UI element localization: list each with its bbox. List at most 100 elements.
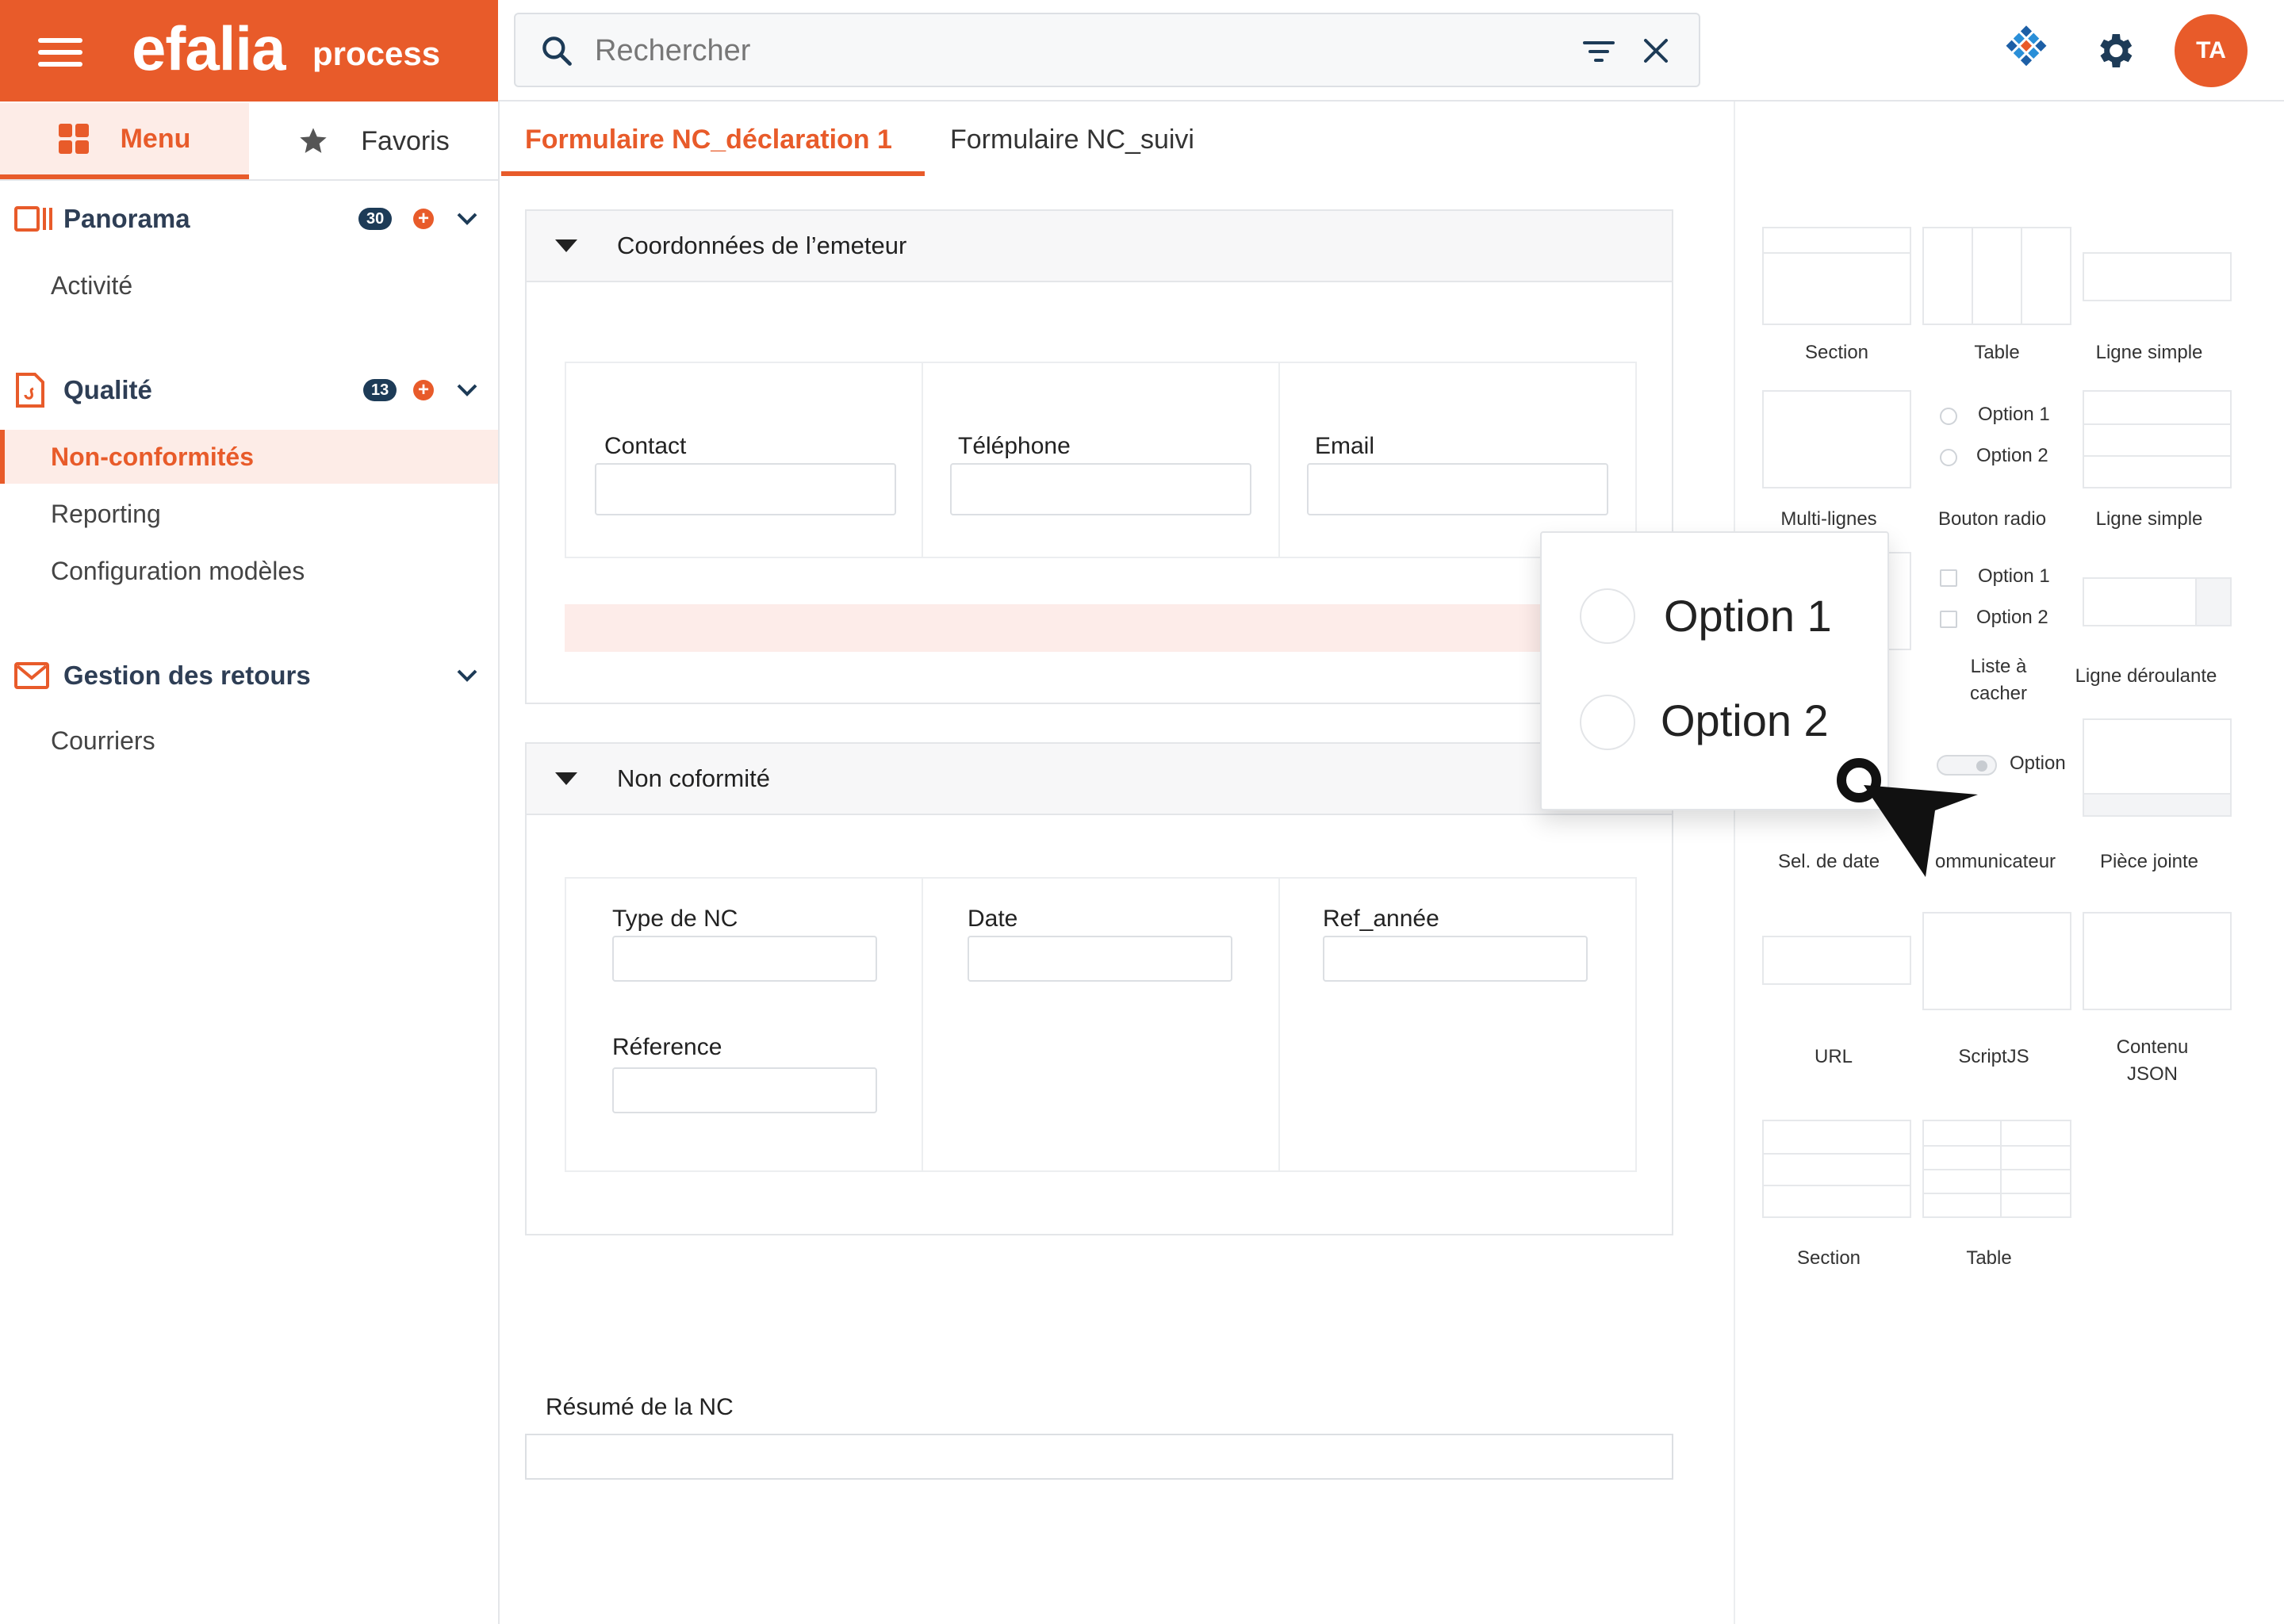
sidebar-item-non-conformites[interactable]: Non-conformités (0, 430, 498, 484)
section-header[interactable]: Non coformité (527, 744, 1672, 815)
count-badge: 13 (363, 379, 397, 401)
palette-ligne-deroulante[interactable] (2083, 577, 2232, 626)
palette-label: Bouton radio (1937, 508, 2047, 530)
palette-multi-lignes[interactable] (1762, 390, 1911, 488)
telephone-input[interactable] (950, 463, 1251, 515)
sidebar-tab-label: Menu (120, 123, 191, 154)
drop-zone-highlight[interactable] (565, 604, 1637, 652)
sidebar-tabs-divider (0, 179, 498, 181)
type-nc-input[interactable] (612, 936, 877, 982)
palette-label: Multi-lignes (1780, 508, 1877, 530)
reference-input[interactable] (612, 1067, 877, 1113)
radio-option-label: Option 1 (1664, 591, 1832, 641)
filter-icon[interactable] (1581, 38, 1616, 65)
caret-down-icon[interactable] (555, 772, 577, 785)
palette-label: Ligne déroulante (2075, 665, 2217, 687)
tab-formulaire-nc-suivi[interactable]: Formulaire NC_suivi (926, 111, 1244, 176)
sidebar-section-qualite[interactable]: Qualité 13 + (0, 366, 498, 414)
chevron-down-icon[interactable] (455, 211, 479, 227)
palette-ligne-simple[interactable] (2083, 252, 2232, 301)
resume-input[interactable] (525, 1434, 1673, 1480)
close-icon[interactable] (1642, 36, 1670, 65)
sidebar-tab-menu[interactable]: Menu (0, 103, 249, 179)
mouse-cursor-icon (1837, 758, 1978, 877)
sidebar-divider (498, 102, 500, 1624)
toggle-option-label: Option (2010, 753, 2066, 774)
sidebar-item-courriers[interactable]: Courriers (0, 714, 498, 768)
palette-table-2[interactable] (1922, 1120, 2071, 1218)
sidebar-section-title: Panorama (63, 204, 190, 233)
add-icon[interactable]: + (413, 209, 434, 229)
sidebar-tab-favoris[interactable]: Favoris (249, 103, 498, 179)
sidebar-tab-label: Favoris (361, 125, 450, 156)
checkbox-icon (1940, 611, 1957, 628)
email-input[interactable] (1307, 463, 1608, 515)
document-icon (16, 373, 44, 408)
palette-piece-jointe[interactable] (2083, 718, 2232, 817)
sidebar-section-gestion-retours[interactable]: Gestion des retours (0, 652, 498, 699)
palette-cases-a-cocher[interactable]: Option 1 Option 2 (1940, 565, 2075, 644)
sidebar-item-configuration-modeles[interactable]: Configuration modèles (0, 544, 498, 598)
palette-label: URL (1814, 1046, 1853, 1067)
form-section-coordonnees: Coordonnées de l’emeteur Contact Télépho… (525, 209, 1673, 704)
column-divider (1278, 363, 1280, 557)
apps-grid-icon[interactable] (1998, 25, 2054, 73)
palette-bouton-radio[interactable]: Option 1 Option 2 (1940, 403, 2075, 482)
sidebar-section-title: Gestion des retours (63, 661, 311, 690)
palette-divider (1734, 102, 1735, 1624)
brand-header: efalia process (0, 0, 498, 102)
sidebar-section-panorama[interactable]: Panorama 30 + (0, 195, 498, 243)
sidebar-item-reporting[interactable]: Reporting (0, 487, 498, 541)
field-label-reference: Réference (612, 1034, 722, 1060)
search-input[interactable] (595, 30, 1546, 71)
logo: efalia (132, 13, 286, 83)
gear-icon[interactable] (2092, 29, 2136, 73)
logo-sub: process (312, 35, 441, 72)
sidebar-section-title: Qualité (63, 375, 152, 404)
panorama-icon (14, 206, 52, 232)
tab-formulaire-nc-declaration[interactable]: Formulaire NC_déclaration 1 (501, 111, 925, 176)
palette-section[interactable] (1762, 227, 1911, 325)
header-divider (498, 100, 2284, 102)
palette-ligne-simple-2[interactable] (2083, 390, 2232, 488)
palette-section-2[interactable] (1762, 1120, 1911, 1218)
chevron-down-icon[interactable] (455, 668, 479, 684)
mail-icon (14, 662, 49, 689)
caret-down-icon[interactable] (555, 239, 577, 252)
radio-option-label: Option 2 (1976, 445, 2048, 466)
palette-label: ScriptJS (1958, 1046, 2029, 1067)
palette-table[interactable] (1922, 227, 2071, 325)
star-icon (300, 128, 327, 153)
column-divider (1278, 879, 1280, 1170)
palette-contenu-json[interactable] (2083, 912, 2232, 1010)
palette-scriptjs[interactable] (1922, 912, 2071, 1010)
count-badge: 30 (358, 208, 393, 230)
field-label-email: Email (1315, 433, 1375, 459)
palette-label: Ligne simple (2095, 342, 2203, 363)
radio-icon (1580, 588, 1635, 644)
palette-label: Contenu JSON (2116, 1036, 2189, 1085)
field-label-type-nc: Type de NC (612, 906, 738, 932)
field-label-date: Date (968, 906, 1018, 932)
add-icon[interactable]: + (413, 380, 434, 400)
chevron-down-icon[interactable] (455, 382, 479, 398)
field-row: Type de NC Date Ref_année Réference (565, 877, 1637, 1172)
hamburger-menu-icon[interactable] (38, 38, 82, 67)
search-bar (514, 13, 1700, 87)
search-icon[interactable] (539, 33, 574, 68)
grid-icon (58, 124, 89, 154)
user-avatar[interactable]: TA (2175, 14, 2248, 87)
palette-url[interactable] (1762, 936, 1911, 985)
form-section-non-conformite: Non coformité Type de NC Date Ref_année … (525, 742, 1673, 1235)
radio-icon (1940, 408, 1957, 425)
palette-label: Table (1966, 1247, 2012, 1269)
palette-label: Section (1796, 1247, 1861, 1269)
contact-input[interactable] (595, 463, 896, 515)
sidebar-item-activite[interactable]: Activité (0, 259, 498, 312)
checkbox-option-label: Option 1 (1978, 565, 2050, 587)
radio-option-label: Option 2 (1661, 695, 1829, 745)
field-label-resume: Résumé de la NC (546, 1394, 734, 1420)
section-header[interactable]: Coordonnées de l’emeteur (527, 211, 1672, 282)
ref-annee-input[interactable] (1323, 936, 1588, 982)
date-input[interactable] (968, 936, 1232, 982)
